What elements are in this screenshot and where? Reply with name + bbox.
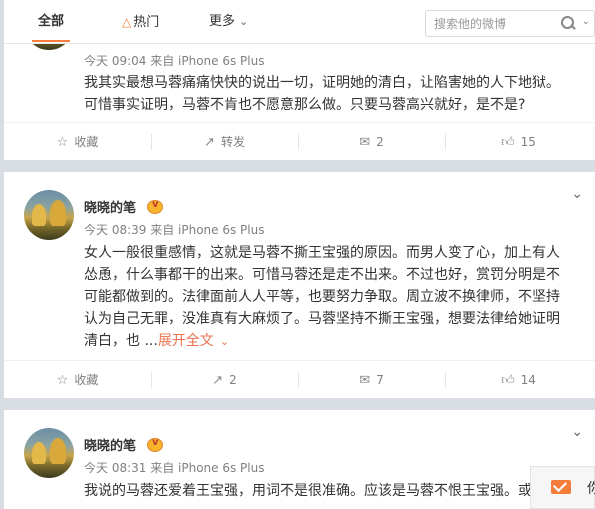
like-count: 14 [520, 373, 536, 387]
repost-label: 转发 [220, 135, 245, 149]
like-button[interactable]: 👍︎ 14 [445, 361, 592, 399]
post-card: 晓晓的笔 ⌄ 今天 08:31 来自 iPhone 6s Plus 我说的马蓉还… [4, 410, 595, 509]
chevron-down-icon: ⌄ [219, 335, 230, 348]
comment-button[interactable]: ✉ 2 [298, 123, 445, 161]
expand-label: 展开全文 [157, 333, 214, 349]
comment-icon: ✉ [359, 373, 371, 388]
post-card: 晓晓的笔 ⌄ 今天 08:39 来自 iPhone 6s Plus 女人一般很重… [4, 172, 595, 398]
star-icon: ☆ [56, 135, 69, 150]
search-input[interactable] [426, 11, 556, 36]
message-widget[interactable]: 你 [530, 466, 595, 509]
favorite-button[interactable]: ☆ 收藏 [4, 123, 151, 161]
comment-button[interactable]: ✉ 7 [298, 361, 445, 399]
mail-icon [551, 480, 571, 494]
repost-button[interactable]: ↗ 2 [151, 361, 298, 399]
username[interactable]: 晓晓的笔 [84, 435, 136, 454]
repost-icon: ↗ [204, 135, 215, 150]
post-text: 我说的马蓉还爱着王宝强，用词不是很准确。应该是马蓉不恨王宝强。或 [84, 483, 532, 499]
chevron-down-icon[interactable]: ⌄ [582, 16, 590, 27]
tab-more[interactable]: 更多 ⌄ [209, 0, 248, 44]
favorite-button[interactable]: ☆ 收藏 [4, 361, 151, 399]
repost-count: 2 [229, 373, 237, 387]
post-actions: ☆ 收藏 ↗ 转发 ✉ 2 👍︎ 15 [4, 122, 595, 160]
post-text: 我其实最想马蓉痛痛快快的说出一切，证明她的清白，让陷害她的人下地狱。可惜事实证明… [84, 75, 560, 113]
post-text: 女人一般很重感情，这就是马蓉不撕王宝强的原因。而男人变了心，加上有人怂恿，什么事… [84, 242, 568, 353]
favorite-label: 收藏 [74, 373, 99, 387]
comment-count: 2 [376, 135, 384, 149]
post-meta: 今天 08:39 来自 iPhone 6s Plus [84, 223, 265, 237]
tab-hot-label: 热门 [133, 15, 160, 30]
fire-icon: △ [122, 15, 132, 29]
favorite-label: 收藏 [74, 135, 99, 149]
username[interactable]: 晓晓的笔 [84, 197, 136, 216]
comment-icon: ✉ [359, 135, 371, 150]
star-icon: ☆ [56, 373, 69, 388]
search-box: ⌄ [425, 10, 595, 37]
like-count: 15 [520, 135, 536, 149]
thumbs-up-icon: 👍︎ [501, 373, 515, 388]
chevron-down-icon: ⌄ [239, 15, 249, 28]
avatar[interactable] [24, 428, 74, 478]
message-widget-label: 你 [587, 481, 595, 497]
post-meta: 今天 08:31 来自 iPhone 6s Plus [84, 461, 265, 475]
thumbs-up-icon: 👍︎ [501, 135, 515, 150]
post-body: 女人一般很重感情，这就是马蓉不撕王宝强的原因。而男人变了心，加上有人怂恿，什么事… [84, 245, 560, 349]
like-button[interactable]: 👍︎ 15 [445, 123, 592, 161]
vip-badge-icon[interactable] [147, 199, 163, 214]
repost-button[interactable]: ↗ 转发 [151, 123, 298, 161]
comment-count: 7 [376, 373, 384, 387]
repost-icon: ↗ [212, 373, 224, 388]
vip-badge-icon[interactable] [147, 437, 163, 452]
profile-tab-bar: 全部 △热门 更多⌄ ⌄ [4, 0, 595, 44]
search-icon[interactable] [560, 15, 576, 31]
chevron-down-icon[interactable]: ⌄ [571, 424, 583, 440]
post-actions: ☆ 收藏 ↗ 2 ✉ 7 👍︎ 14 [4, 360, 595, 398]
tab-all[interactable]: 全部 [31, 0, 71, 44]
expand-link[interactable]: 展开全文 ⌄ [158, 333, 229, 349]
post-meta: 今天 09:04 来自 iPhone 6s Plus [84, 54, 265, 68]
tab-hot[interactable]: △ 热门 [122, 0, 159, 44]
tab-more-label: 更多 [209, 14, 236, 29]
avatar[interactable] [24, 190, 74, 240]
chevron-down-icon[interactable]: ⌄ [571, 186, 583, 202]
